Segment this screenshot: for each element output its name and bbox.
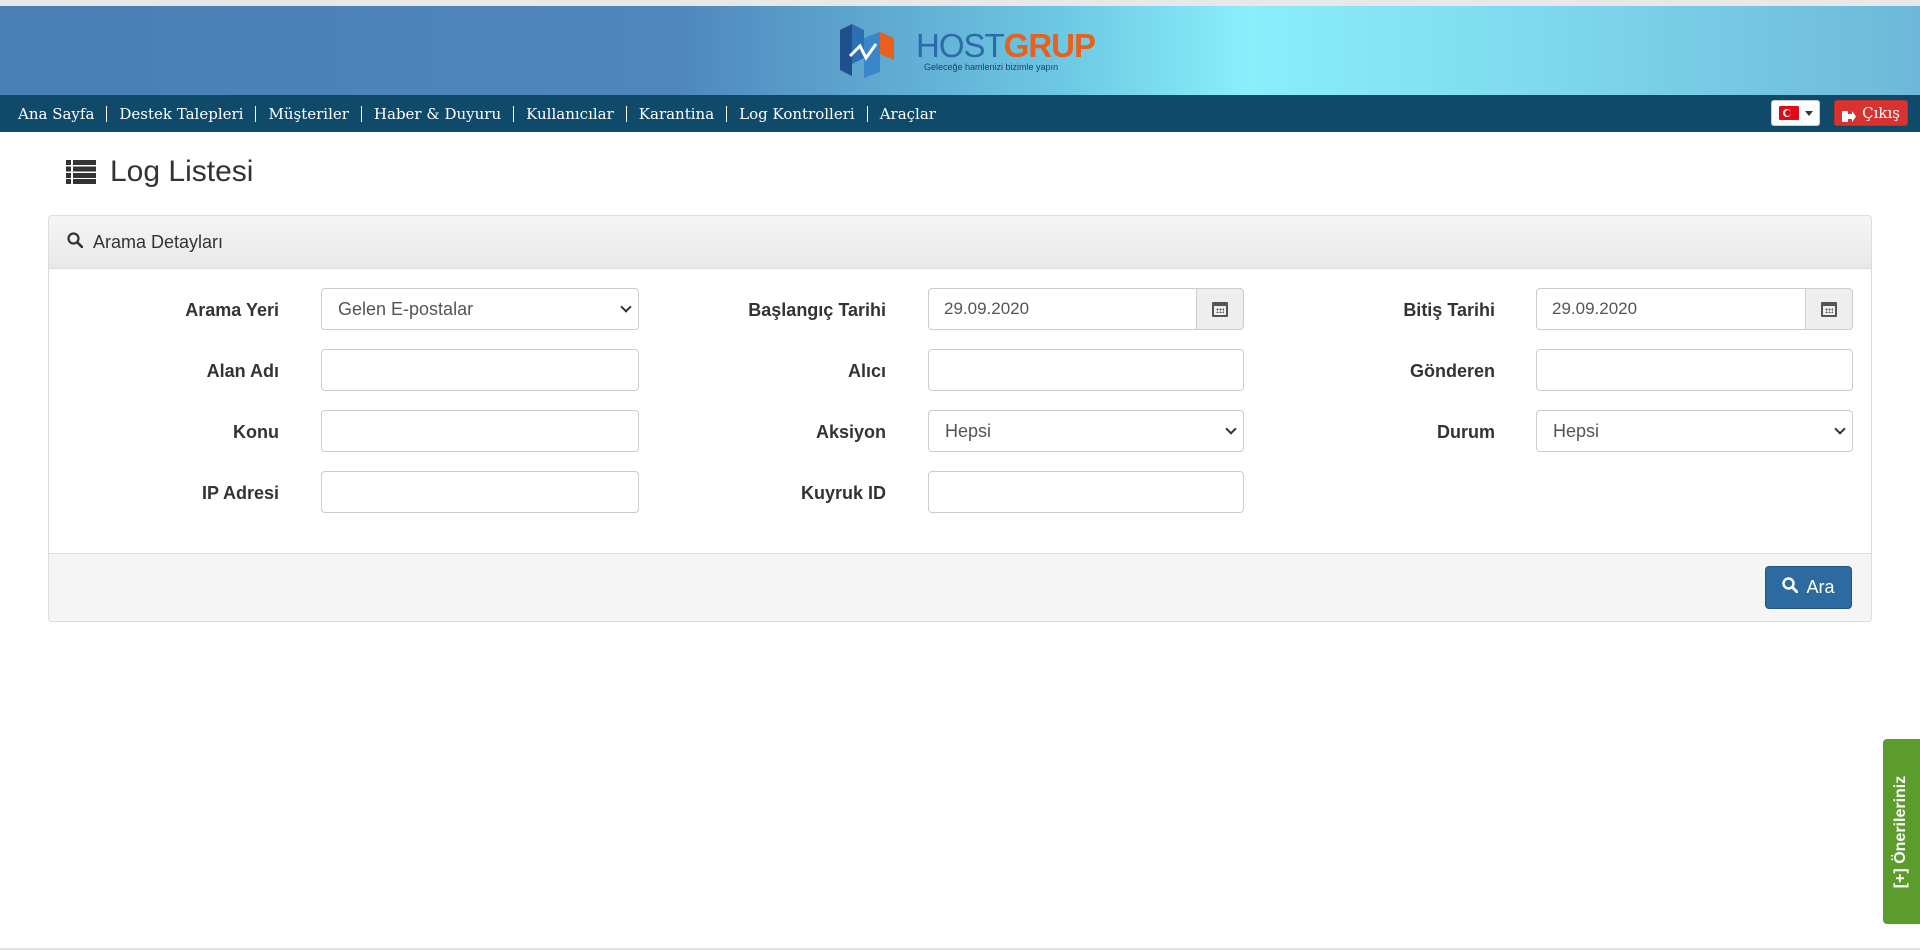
search-button-label: Ara: [1806, 577, 1835, 597]
nav-item-karantina[interactable]: Karantina: [627, 105, 728, 122]
calendar-icon: [1821, 301, 1837, 317]
bitis-calendar-button[interactable]: [1805, 288, 1853, 330]
aksiyon-select[interactable]: Hepsi: [928, 410, 1244, 452]
label-bitis-tarihi: Bitiş Tarihi: [1403, 300, 1495, 320]
page-title-text: Log Listesi: [110, 155, 254, 188]
gonderen-input[interactable]: [1536, 349, 1853, 391]
durum-value: Hepsi: [1553, 420, 1600, 441]
nav-item-araclar[interactable]: Araçlar: [868, 106, 948, 122]
aksiyon-value: Hepsi: [945, 420, 992, 441]
feedback-tab[interactable]: [+] Önerileriniz: [1883, 739, 1920, 924]
caret-down-icon: [1804, 110, 1813, 116]
nav-item-ana-sayfa[interactable]: Ana Sayfa: [6, 105, 108, 122]
panel-heading: Arama Detayları: [49, 216, 1871, 269]
label-arama-yeri: Arama Yeri: [185, 300, 279, 320]
chevron-down-icon: [620, 301, 632, 313]
nav-item-destek-talepleri[interactable]: Destek Talepleri: [107, 105, 257, 122]
label-alici: Alıcı: [847, 361, 886, 381]
logo-mark-icon: [836, 20, 896, 80]
search-icon: [67, 231, 84, 253]
bitis-tarihi-input[interactable]: 29.09.2020: [1536, 288, 1805, 330]
label-konu: Konu: [233, 422, 279, 442]
logo-tagline: Geleceğe hamlenizi bizimle yapın: [924, 61, 1059, 72]
logout-label: Çıkış: [1862, 104, 1900, 122]
nav-item-log-kontrolleri[interactable]: Log Kontrolleri: [727, 105, 868, 122]
hostgrup-logo[interactable]: HOSTGRUP Geleceğe hamlenizi bizimle yapı…: [836, 20, 1096, 80]
ip-adresi-input[interactable]: [321, 471, 639, 513]
logo-host-text: HOST: [916, 26, 1005, 64]
label-kuyruk-id: Kuyruk ID: [800, 483, 886, 503]
page-title: Log Listesi: [66, 155, 253, 189]
arama-yeri-select[interactable]: Gelen E-postalar: [321, 288, 639, 330]
main-navbar: Ana Sayfa Destek Talepleri Müşteriler Ha…: [0, 95, 1920, 132]
label-baslangic-tarihi: Başlangıç Tarihi: [748, 300, 886, 320]
baslangic-tarihi-input[interactable]: 29.09.2020: [928, 288, 1196, 330]
site-header: HOSTGRUP Geleceğe hamlenizi bizimle yapı…: [0, 6, 1920, 95]
search-panel: Arama Detayları Arama Yeri Gelen E-posta…: [48, 215, 1872, 622]
konu-input[interactable]: [321, 410, 639, 452]
feedback-label: [+] Önerileriniz: [1892, 775, 1910, 888]
label-durum: Durum: [1437, 422, 1495, 442]
baslangic-tarihi-group: 29.09.2020: [928, 288, 1244, 330]
arama-yeri-value: Gelen E-postalar: [338, 298, 474, 319]
label-aksiyon: Aksiyon: [815, 422, 886, 442]
language-dropdown-button[interactable]: [1771, 100, 1821, 126]
sign-out-icon: [1842, 108, 1857, 122]
alan-adi-input[interactable]: [321, 349, 639, 391]
label-alan-adi: Alan Adı: [206, 361, 279, 381]
panel-heading-text: Arama Detayları: [93, 231, 224, 252]
logo-grup-text: GRUP: [1003, 26, 1096, 64]
panel-footer: Ara: [49, 553, 1871, 621]
list-icon: [66, 160, 96, 184]
durum-select[interactable]: Hepsi: [1536, 410, 1853, 452]
bitis-tarihi-group: 29.09.2020: [1536, 288, 1853, 330]
search-button[interactable]: Ara: [1765, 566, 1852, 609]
chevron-down-icon: [1225, 423, 1237, 435]
panel-body: Arama Yeri Gelen E-postalar Başlangıç Ta…: [49, 269, 1871, 553]
chevron-down-icon: [1834, 423, 1846, 435]
kuyruk-id-input[interactable]: [928, 471, 1244, 513]
nav-item-kullanicilar[interactable]: Kullanıcılar: [514, 105, 627, 122]
turkey-flag-icon: [1778, 106, 1799, 120]
label-gonderen: Gönderen: [1409, 361, 1495, 381]
logout-button[interactable]: Çıkış: [1834, 100, 1908, 126]
baslangic-calendar-button[interactable]: [1196, 288, 1244, 330]
nav-item-haber-duyuru[interactable]: Haber & Duyuru: [362, 105, 515, 122]
nav-item-musteriler[interactable]: Müşteriler: [256, 105, 362, 122]
label-ip-adresi: IP Adresi: [201, 483, 279, 503]
calendar-icon: [1212, 301, 1228, 317]
search-icon: [1782, 577, 1799, 598]
alici-input[interactable]: [928, 349, 1244, 391]
